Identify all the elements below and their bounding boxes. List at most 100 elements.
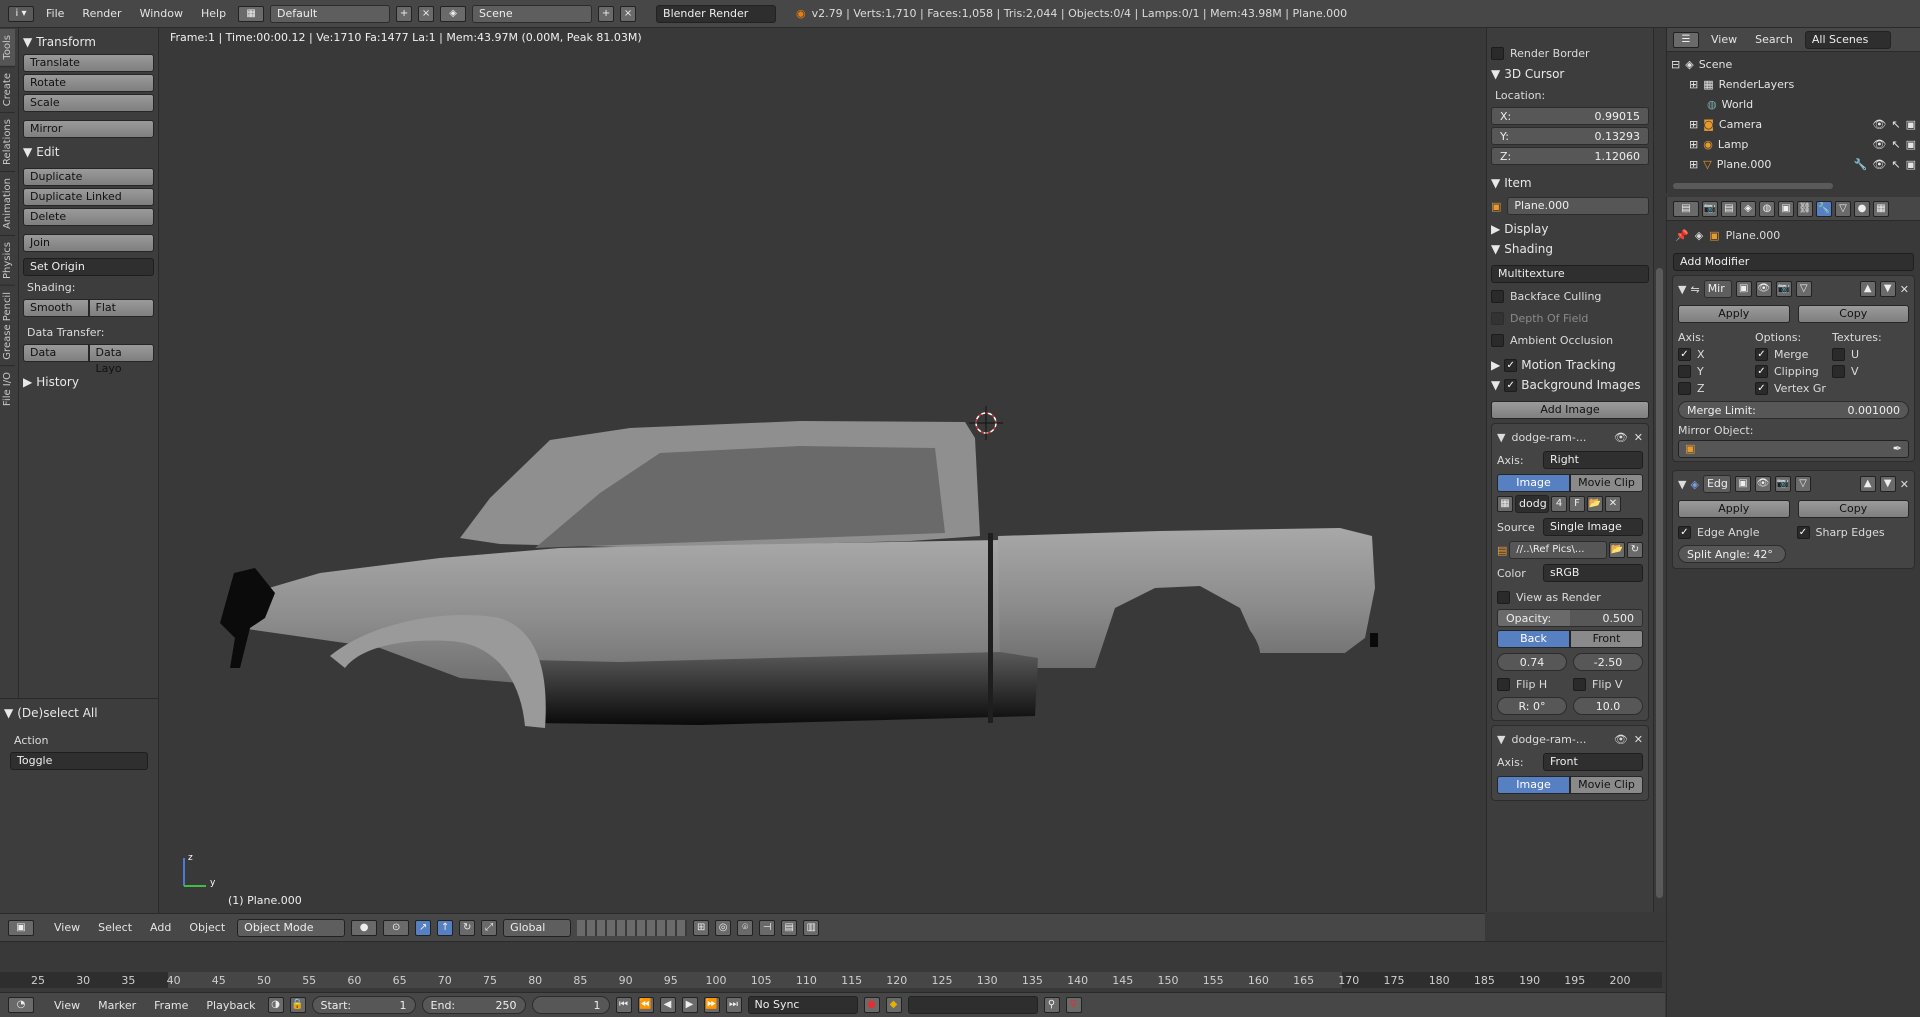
render-tab-icon[interactable]: 📷 <box>1702 200 1718 217</box>
outliner-view-menu[interactable]: View <box>1705 31 1743 48</box>
view-as-render-checkbox[interactable] <box>1497 590 1510 604</box>
3d-viewport[interactable]: Frame:1 | Time:00:00.12 | Ve:1710 Fa:147… <box>160 28 1485 912</box>
layers-tab-icon[interactable]: ▤ <box>1721 200 1737 217</box>
scene-field[interactable]: Scene <box>472 4 593 23</box>
render-engine-select[interactable]: Blender Render <box>656 4 777 23</box>
editor-type-icon[interactable]: ▣ <box>8 919 34 936</box>
shading-panel-header[interactable]: ▼ Shading <box>1491 239 1649 259</box>
prev-keyframe-icon[interactable]: ⏪ <box>637 997 654 1013</box>
display-panel-header[interactable]: ▶ Display <box>1491 219 1649 239</box>
render-icon[interactable]: ▣ <box>1906 118 1916 131</box>
tex-u-checkbox[interactable] <box>1832 348 1845 361</box>
mirror-name-field[interactable]: Mir <box>1703 280 1732 298</box>
opengl-render-icon[interactable]: ▥ <box>803 919 820 936</box>
axis-y-checkbox[interactable] <box>1678 365 1691 378</box>
timeline-area[interactable]: 25 30 35 40 45 50 55 60 65 70 75 80 85 90 95 100 105 110 1… <box>0 941 1665 992</box>
disclosure-open-icon[interactable]: ▼ <box>1497 733 1505 746</box>
record-icon[interactable]: ● <box>863 997 880 1013</box>
timeline-editor-icon[interactable]: ◔ <box>8 997 34 1013</box>
users-count[interactable]: 4 <box>1551 496 1567 512</box>
outliner-plane[interactable]: ⊞ ▽ Plane.000 🔧 👁 ↖ ▣ <box>1671 154 1916 174</box>
mirror-copy-button[interactable]: Copy <box>1797 305 1909 323</box>
move-down-icon[interactable]: ▼ <box>1879 476 1896 492</box>
tab-physics[interactable]: Physics <box>0 234 15 285</box>
split-angle-field[interactable]: Split Angle: 42° <box>1678 545 1786 563</box>
disclosure-open-icon[interactable]: ▼ <box>1497 431 1505 444</box>
mirror-object-field[interactable]: ▣ ✒ <box>1678 440 1909 458</box>
truck-mesh[interactable] <box>160 28 1485 912</box>
reload-icon[interactable]: ↻ <box>1627 542 1643 558</box>
manipulator-icon[interactable]: ↗ <box>415 919 432 936</box>
vertex-groups-checkbox[interactable]: ✓ <box>1755 382 1768 395</box>
bg1-offset-y[interactable]: -2.50 <box>1573 653 1643 671</box>
edge-name-field[interactable]: Edg <box>1702 475 1731 493</box>
disclosure-open-icon[interactable]: ▼ <box>1678 478 1686 491</box>
jump-start-icon[interactable]: ⏮ <box>615 997 632 1013</box>
keying-set-icon[interactable]: ◆ <box>885 997 902 1013</box>
data-tab-icon[interactable]: ▽ <box>1835 200 1851 217</box>
jump-end-icon[interactable]: ⏭ <box>725 997 742 1013</box>
cursor-x-field[interactable]: X: 0.99015 <box>1491 107 1649 125</box>
delete-button[interactable]: Delete <box>23 208 154 226</box>
move-down-icon[interactable]: ▼ <box>1879 281 1896 297</box>
start-frame-field[interactable]: Start: 1 <box>311 996 416 1014</box>
disclosure-open-icon[interactable]: ▼ <box>1678 283 1686 296</box>
edit-cage-icon[interactable]: ▣ <box>1735 281 1752 297</box>
clipping-checkbox[interactable]: ✓ <box>1755 365 1768 378</box>
bg1-front-tab[interactable]: Front <box>1570 630 1643 648</box>
add-modifier-select[interactable]: Add Modifier <box>1673 253 1914 271</box>
outliner-renderlayers[interactable]: ⊞ ▦ RenderLayers <box>1671 74 1916 94</box>
bg2-image-tab[interactable]: Image <box>1497 776 1570 794</box>
backface-culling-checkbox[interactable] <box>1491 289 1504 303</box>
bg1-offset-x[interactable]: 0.74 <box>1497 653 1567 671</box>
image-browse-icon[interactable]: ▦ <box>1497 496 1513 512</box>
redo-panel-header[interactable]: ▼ (De)select All <box>4 703 154 723</box>
edit-cage-icon[interactable]: ▣ <box>1734 476 1751 492</box>
delete-keyframe-icon[interactable]: ⚲ <box>1065 997 1082 1013</box>
layout-field[interactable]: Default <box>270 4 391 23</box>
outliner-lamp[interactable]: ⊞ ◉ Lamp 👁 ↖ ▣ <box>1671 134 1916 154</box>
next-keyframe-icon[interactable]: ⏩ <box>703 997 720 1013</box>
cursor-select-icon[interactable]: ↖ <box>1891 158 1900 171</box>
texture-tab-icon[interactable]: ▦ <box>1873 200 1889 217</box>
close-icon[interactable]: ✕ <box>1900 283 1909 296</box>
sync-select[interactable]: No Sync <box>747 996 858 1014</box>
scale-button[interactable]: Scale <box>23 94 154 112</box>
axis-z-checkbox[interactable] <box>1678 382 1691 395</box>
mode-select[interactable]: Object Mode <box>237 918 346 937</box>
outliner-filter-select[interactable]: All Scenes <box>1804 30 1891 49</box>
bg1-color-select[interactable]: sRGB <box>1543 564 1643 582</box>
render-icon[interactable]: ▣ <box>1906 158 1916 171</box>
duplicate-button[interactable]: Duplicate <box>23 168 154 186</box>
bg1-movie-tab[interactable]: Movie Clip <box>1570 474 1643 492</box>
pivot-icon[interactable]: ⊙ <box>383 919 410 936</box>
eye-icon[interactable]: 👁 <box>1614 733 1628 746</box>
expand-icon[interactable]: ⊞ <box>1689 158 1698 171</box>
material-tab-icon[interactable]: ● <box>1854 200 1870 217</box>
info-editor-icon[interactable]: i ▾ <box>8 5 34 22</box>
mirror-button[interactable]: Mirror <box>23 120 154 138</box>
render-vis-icon[interactable]: 📷 <box>1775 281 1792 297</box>
bg1-axis-select[interactable]: Right <box>1543 451 1643 469</box>
object-tab-icon[interactable]: ▣ <box>1778 200 1794 217</box>
add-image-button[interactable]: Add Image <box>1491 401 1649 419</box>
data-layout-button[interactable]: Data Layo <box>88 344 154 375</box>
menu-add[interactable]: Add <box>144 919 177 936</box>
play-reverse-icon[interactable]: ◀ <box>659 997 676 1013</box>
bg1-source-select[interactable]: Single Image <box>1543 518 1643 536</box>
eye-icon[interactable]: 👁 <box>1872 158 1886 171</box>
world-tab-icon[interactable]: ◍ <box>1759 200 1775 217</box>
edge-copy-button[interactable]: Copy <box>1797 500 1909 518</box>
menu-help[interactable]: Help <box>195 5 232 22</box>
bg1-image-name[interactable]: dodg <box>1515 495 1549 513</box>
flip-v-checkbox[interactable] <box>1573 677 1586 691</box>
menu-playback[interactable]: Playback <box>200 997 261 1014</box>
properties-editor-icon[interactable]: ▤ <box>1673 200 1699 217</box>
axis-x-checkbox[interactable]: ✓ <box>1678 348 1691 361</box>
snap-icon[interactable]: ⌾ <box>737 919 754 936</box>
keying-set-field[interactable] <box>907 996 1038 1014</box>
outliner-editor-icon[interactable]: ☰ <box>1673 31 1699 48</box>
lock-layers-icon[interactable]: ⊞ <box>693 919 710 936</box>
scale-manip-icon[interactable]: ⤢ <box>481 919 498 936</box>
render-icon[interactable]: ▣ <box>1906 138 1916 151</box>
